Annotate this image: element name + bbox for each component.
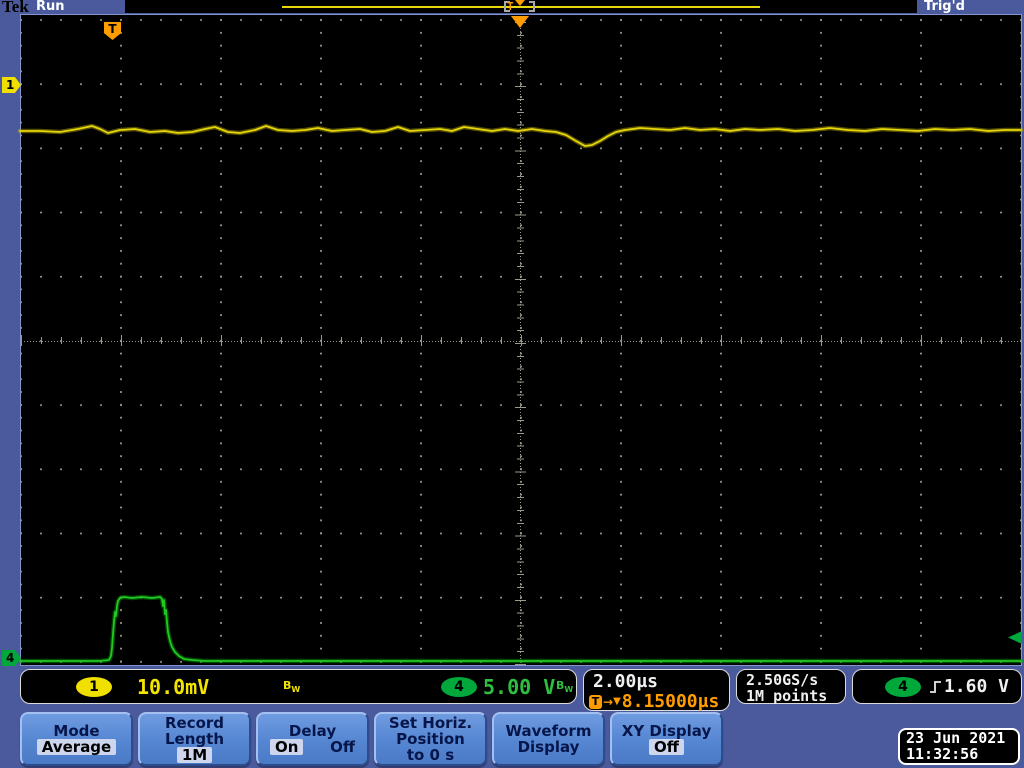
trigger-readout-box: 4 1.60 V xyxy=(852,669,1022,704)
delay-readout: T → ▼ 8.15000µs xyxy=(589,691,719,712)
record-trigger-icon: T xyxy=(507,0,514,13)
record-length: 1M points xyxy=(746,687,828,705)
menu-label: Record xyxy=(164,714,225,732)
menu-button-xy-display[interactable]: XY Display Off xyxy=(610,712,723,766)
menu-button-waveform-display[interactable]: Waveform Display xyxy=(492,712,605,766)
menu-label: Display xyxy=(517,738,580,756)
horizontal-readout-box: 2.00µs T → ▼ 8.15000µs xyxy=(583,669,730,712)
menu-label: XY Display xyxy=(621,722,712,740)
menu-label: Set Horiz. xyxy=(388,714,473,732)
menu-label: to 0 s xyxy=(406,746,455,764)
sample-rate: 2.50GS/s xyxy=(746,671,819,689)
menu-option-selected: 1M xyxy=(176,747,213,763)
menu-option-selected[interactable]: On xyxy=(270,739,304,755)
channel4-ground-marker[interactable]: 4 xyxy=(2,650,21,666)
menu-label: Position xyxy=(396,730,465,748)
menu-button-mode[interactable]: Mode Average xyxy=(20,712,133,766)
menu-button-record-length[interactable]: Record Length 1M xyxy=(138,712,251,766)
time-label: 11:32:56 xyxy=(906,745,979,763)
menu-button-row: Position xyxy=(376,731,485,747)
graticule-screen xyxy=(20,14,1022,666)
menu-button-row: Mode xyxy=(22,723,131,739)
menu-button-row: On Off xyxy=(258,739,367,755)
menu-button-delay[interactable]: Delay On Off xyxy=(256,712,369,766)
center-vertical-axis xyxy=(520,15,521,665)
rising-edge-icon xyxy=(930,681,941,693)
menu-label: Waveform xyxy=(505,722,592,740)
channel4-scale: 5.00 V xyxy=(483,675,556,699)
record-waveform-line xyxy=(282,6,760,8)
delay-time: 8.15000µs xyxy=(621,691,720,712)
date-label: 23 Jun 2021 xyxy=(906,729,1006,747)
horizontal-scale: 2.00µs xyxy=(593,671,659,692)
trigger-level: 1.60 V xyxy=(943,676,1009,697)
arrow-icon: → xyxy=(603,694,614,709)
menu-label[interactable]: Off xyxy=(330,739,355,755)
menu-button-set-horiz-position[interactable]: Set Horiz. Position to 0 s xyxy=(374,712,487,766)
menu-button-row: 1M xyxy=(140,747,249,763)
menu-button-row: to 0 s xyxy=(376,747,485,763)
acquisition-status: Run xyxy=(36,0,65,14)
menu-button-row: XY Display xyxy=(612,723,721,739)
acquisition-readout-box: 2.50GS/s 1M points xyxy=(736,669,846,704)
window-bracket-right-icon xyxy=(529,1,535,12)
channel1-bandwidth-icon: BW xyxy=(283,679,301,695)
channel1-ground-marker[interactable]: 1 xyxy=(2,77,21,93)
menu-label: Delay xyxy=(288,722,337,740)
menu-button-row: Length xyxy=(140,731,249,747)
expansion-point-triangle-icon[interactable] xyxy=(511,16,529,28)
menu-option-selected: Off xyxy=(649,739,684,755)
channel4-badge[interactable]: 4 xyxy=(441,677,477,697)
menu-label: Mode xyxy=(53,722,100,740)
menu-option-selected: Average xyxy=(36,739,117,755)
menu-button-row: Off xyxy=(612,739,721,755)
menu-label: Length xyxy=(165,730,224,748)
trigger-status: Trig'd xyxy=(924,0,965,14)
record-position-triangle-icon xyxy=(515,0,525,6)
menu-button-row: Display xyxy=(494,739,603,755)
menu-button-row: Record xyxy=(140,715,249,731)
waveform-record-view[interactable]: T xyxy=(125,0,917,13)
channel-readout-box: 1 10.0mV BW 4 5.00 V BW xyxy=(20,669,577,704)
soft-menu-bar: Mode Average Record Length 1M Delay On Off Set H… xyxy=(20,712,723,766)
menu-button-row: Average xyxy=(22,739,131,755)
trigger-source-badge[interactable]: 4 xyxy=(885,677,921,697)
datetime-box: 23 Jun 2021 11:32:56 xyxy=(898,728,1020,765)
channel1-scale: 10.0mV xyxy=(137,675,210,699)
menu-button-row: Waveform xyxy=(494,723,603,739)
menu-button-row: Set Horiz. xyxy=(376,715,485,731)
menu-button-row: Delay xyxy=(258,723,367,739)
channel1-badge[interactable]: 1 xyxy=(76,677,112,697)
trigger-symbol-icon: T xyxy=(589,694,602,709)
delay-marker-icon: ▼ xyxy=(613,696,621,707)
channel4-bandwidth-icon: BW xyxy=(556,679,574,695)
